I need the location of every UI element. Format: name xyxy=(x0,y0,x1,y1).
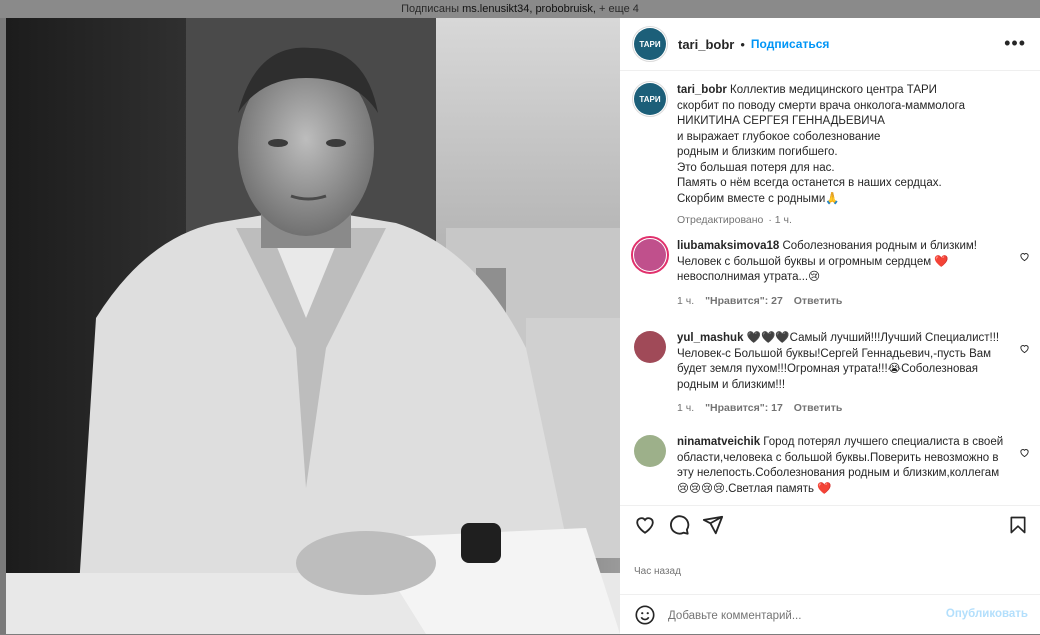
comment-input[interactable] xyxy=(666,605,950,627)
followed-names[interactable]: ms.lenusikt34, probobruisk, xyxy=(462,3,596,15)
post-photo xyxy=(6,18,620,634)
followed-more[interactable]: + еще 4 xyxy=(599,3,639,15)
comments-list[interactable]: ТАРИ tari_bobr Коллектив медицинского це… xyxy=(620,71,1040,513)
caption-line: родным и близким погибшего. xyxy=(677,146,838,158)
author-avatar[interactable]: ТАРИ xyxy=(632,26,668,62)
caption-line: Память о нём всегда останется в наших се… xyxy=(677,177,942,189)
post-comment-button[interactable]: Опубликовать xyxy=(946,608,1028,620)
commenter-avatar[interactable] xyxy=(634,331,666,363)
author-username[interactable]: tari_bobr xyxy=(678,37,734,52)
reply-button[interactable]: Ответить xyxy=(794,402,843,414)
commenter-username[interactable]: liubamaksimova18 xyxy=(677,240,779,252)
comment-like-icon[interactable] xyxy=(1019,343,1030,357)
post-header: ТАРИ tari_bobr • Подписаться ••• xyxy=(620,18,1040,71)
action-bar xyxy=(620,505,1040,546)
post-timestamp[interactable]: Час назад xyxy=(634,566,681,577)
caption-line: Скорбим вместе с родными🙏 xyxy=(677,192,840,205)
separator-dot: • xyxy=(740,36,745,52)
comment-like-icon[interactable] xyxy=(1019,251,1030,265)
caption-time[interactable]: 1 ч. xyxy=(775,214,792,226)
commenter-avatar[interactable] xyxy=(631,236,669,274)
comment-body: liubamaksimova18 Соболезнования родным и… xyxy=(677,239,1007,309)
comment-like-icon[interactable] xyxy=(1019,447,1030,461)
comment-bubble-icon[interactable] xyxy=(668,514,690,541)
caption-username[interactable]: tari_bobr xyxy=(677,84,727,96)
commenter-avatar[interactable] xyxy=(634,435,666,467)
post-panel: ТАРИ tari_bobr • Подписаться ••• ТАРИ ta… xyxy=(620,18,1040,634)
followed-by-bar: Подписаны ms.lenusikt34, probobruisk, + … xyxy=(0,0,1040,18)
avatar-ring xyxy=(632,26,668,62)
comment-body: ninamatveichik Город потерял лучшего спе… xyxy=(677,435,1007,497)
caption-line: Это большая потеря для нас. xyxy=(677,161,835,174)
likes-count[interactable]: "Нравится": 17 xyxy=(705,402,783,414)
commenter-username[interactable]: yul_mashuk xyxy=(677,332,743,344)
comment-body: yul_mashuk 🖤🖤🖤Самый лучший!!!Лучший Спец… xyxy=(677,331,1007,417)
paper-plane-icon[interactable] xyxy=(702,514,724,541)
more-options-icon[interactable]: ••• xyxy=(1004,34,1026,52)
add-comment-bar: Опубликовать xyxy=(620,594,1040,635)
likes-count[interactable]: "Нравится": 27 xyxy=(705,295,783,307)
doctor-portrait-image xyxy=(6,18,620,634)
avatar-ring xyxy=(632,81,668,117)
bookmark-icon[interactable] xyxy=(1008,514,1028,541)
commenter-username[interactable]: ninamatveichik xyxy=(677,436,760,448)
comment-time[interactable]: 1 ч. xyxy=(677,295,694,307)
caption-line: НИКИТИНА СЕРГЕЯ ГЕННАДЬЕВИЧА xyxy=(677,115,885,127)
heart-outline-icon[interactable] xyxy=(634,514,656,541)
caption-line: скорбит по поводу смерти врача онколога-… xyxy=(677,99,965,112)
caption-body: tari_bobr Коллектив медицинского центра … xyxy=(677,83,1007,229)
caption-avatar[interactable]: ТАРИ xyxy=(632,81,668,117)
comment-meta: 1 ч. "Нравится": 17 Ответить xyxy=(677,401,1007,417)
followed-prefix: Подписаны xyxy=(401,3,460,15)
caption-meta: Отредактировано · 1 ч. xyxy=(677,214,792,226)
reply-button[interactable]: Ответить xyxy=(794,295,843,307)
edited-label: Отредактировано xyxy=(677,214,764,226)
emoji-icon[interactable] xyxy=(634,604,656,631)
follow-button[interactable]: Подписаться xyxy=(751,37,829,51)
caption-line: и выражает глубокое соболезнование xyxy=(677,130,881,143)
story-ring xyxy=(631,236,669,274)
caption-line: Коллектив медицинского центра ТАРИ xyxy=(730,84,937,96)
comment-time[interactable]: 1 ч. xyxy=(677,402,694,414)
comment-meta: 1 ч. "Нравится": 27 Ответить xyxy=(677,294,1007,310)
